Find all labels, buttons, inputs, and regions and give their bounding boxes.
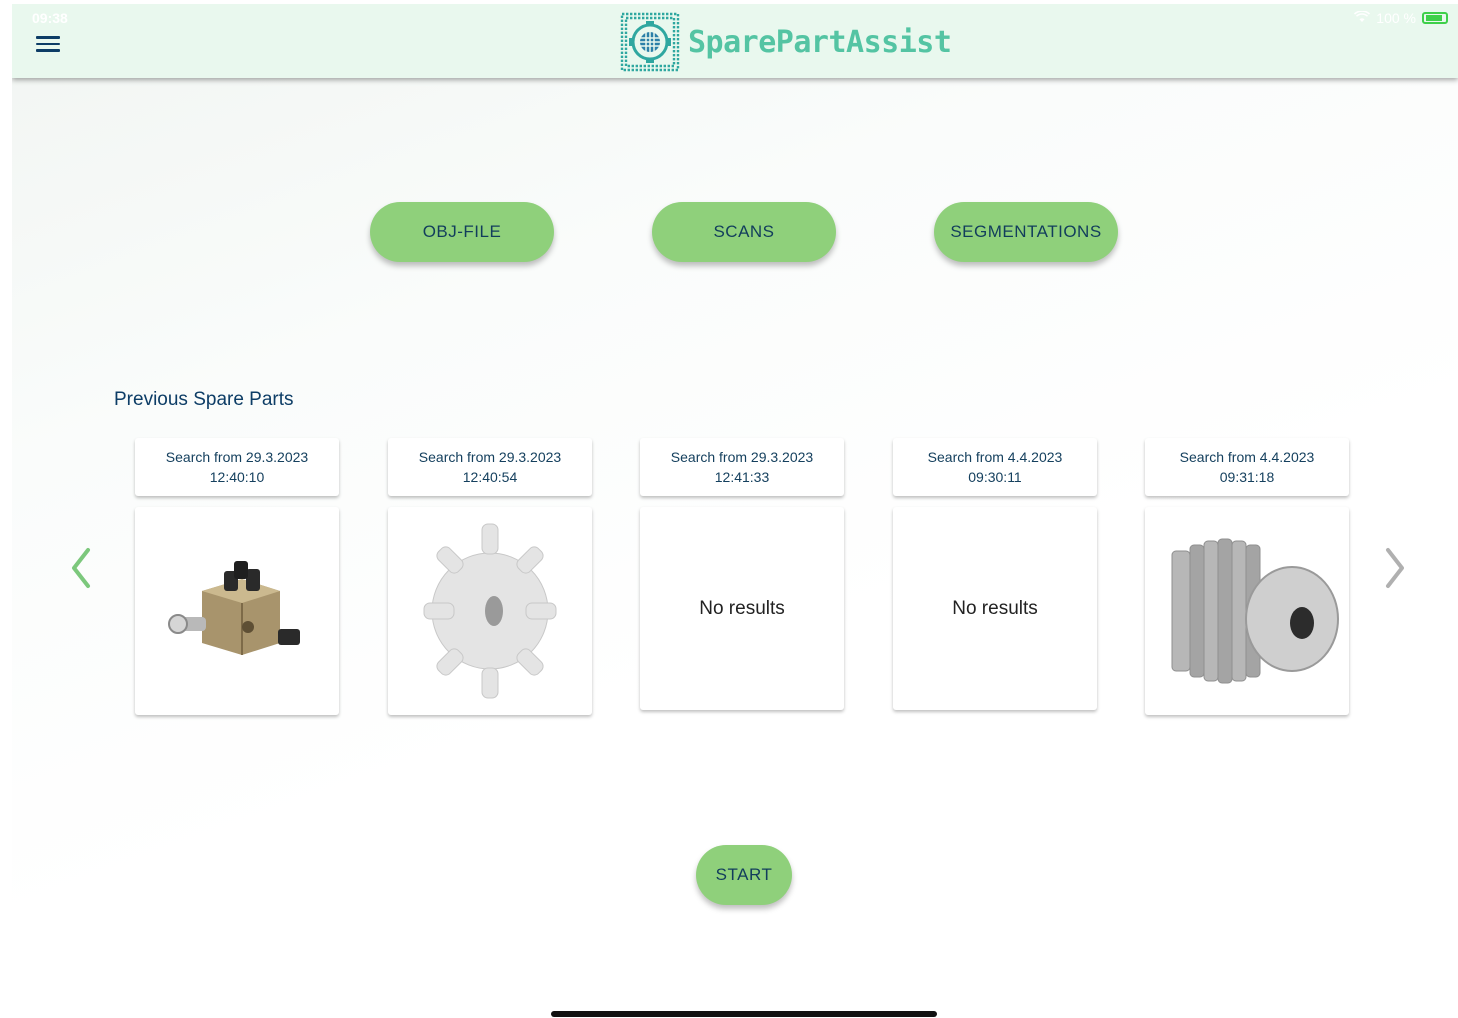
status-indicators: 100 % (1354, 10, 1448, 26)
search-card-header[interactable]: Search from 29.3.2023 12:41:33 (640, 438, 844, 496)
start-button[interactable]: START (696, 845, 792, 905)
menu-button[interactable] (36, 32, 66, 56)
search-time-label: 09:31:18 (1219, 469, 1275, 485)
valve-block-image (168, 561, 300, 655)
search-result-card[interactable] (1145, 507, 1349, 715)
app-screen: 09:38 100 % SparePartAssist OBJ-FILE SCA… (12, 4, 1458, 1018)
brand: SparePartAssist (618, 10, 952, 74)
search-card-header[interactable]: Search from 4.4.2023 09:30:11 (893, 438, 1097, 496)
search-time-label: 12:40:10 (209, 469, 265, 485)
chevron-left-icon (72, 548, 90, 588)
previous-spare-parts-title: Previous Spare Parts (114, 389, 294, 410)
search-date-label: Search from 4.4.2023 (1179, 449, 1315, 465)
search-date-label: Search from 29.3.2023 (165, 449, 309, 465)
status-time: 09:38 (32, 10, 68, 26)
search-result-card[interactable]: No results (893, 507, 1097, 710)
search-time-label: 12:40:54 (462, 469, 518, 485)
no-results-text: No results (699, 597, 785, 619)
sprocket-image (423, 523, 557, 699)
search-date-label: Search from 29.3.2023 (418, 449, 562, 465)
search-card-header[interactable]: Search from 29.3.2023 12:40:54 (388, 438, 592, 496)
search-time-label: 09:30:11 (968, 469, 1022, 485)
app-name: SparePartAssist (688, 24, 952, 60)
spur-gear-image (1171, 538, 1339, 684)
wifi-icon (1354, 10, 1371, 26)
scans-button[interactable]: SCANS (652, 202, 836, 262)
carousel-prev-button[interactable] (66, 546, 96, 590)
segmentations-button[interactable]: SEGMENTATIONS (934, 202, 1118, 262)
gear-globe-logo-icon (620, 12, 680, 72)
battery-icon (1422, 12, 1448, 24)
carousel-next-button[interactable] (1380, 546, 1410, 590)
search-result-card[interactable] (135, 507, 339, 715)
search-time-label: 12:41:33 (714, 469, 770, 485)
search-date-label: Search from 29.3.2023 (670, 449, 814, 465)
search-card-header[interactable]: Search from 29.3.2023 12:40:10 (135, 438, 339, 496)
no-results-text: No results (952, 597, 1038, 619)
home-indicator (551, 1011, 937, 1017)
search-result-card[interactable] (388, 507, 592, 715)
app-bar: 09:38 100 % SparePartAssist (12, 4, 1458, 78)
battery-level: 100 % (1376, 10, 1416, 26)
search-result-card[interactable]: No results (640, 507, 844, 710)
obj-file-button[interactable]: OBJ-FILE (370, 202, 554, 262)
chevron-right-icon (1386, 548, 1404, 588)
search-card-header[interactable]: Search from 4.4.2023 09:31:18 (1145, 438, 1349, 496)
search-date-label: Search from 4.4.2023 (927, 449, 1063, 465)
hamburger-icon (36, 36, 60, 39)
